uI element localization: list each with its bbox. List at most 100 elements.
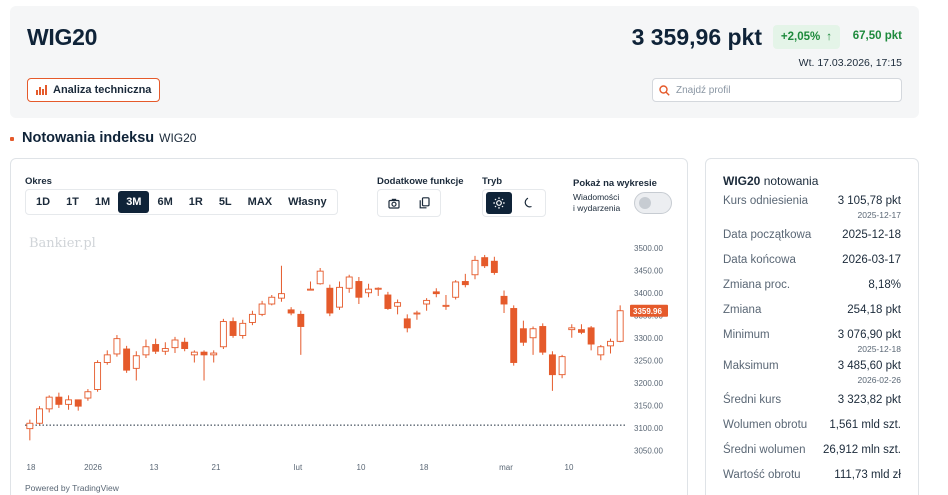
candle-body <box>113 338 121 355</box>
chart-panel: Okres 1D 1T 1M 3M 6M 1R 5L MAX Własny Dodatkowe … <box>10 158 688 495</box>
stats-row-value: 8,18% <box>868 279 901 291</box>
candle-body <box>326 287 334 314</box>
arrow-up-icon: ↑ <box>826 31 832 43</box>
stats-row-value-group: 26,912 mln szt. <box>823 444 901 456</box>
candle-body <box>123 348 131 371</box>
stats-row-value-group: 3 485,60 pkt 2026-02-26 <box>838 360 901 385</box>
y-tick-label: 3100.00 <box>634 424 663 433</box>
candle-body <box>26 422 34 430</box>
section-heading: Notowania indeksu WIG20 <box>10 130 196 146</box>
candle-body <box>442 304 450 307</box>
profile-search[interactable] <box>652 78 902 102</box>
bullet-icon <box>10 137 14 141</box>
candle-body <box>403 318 411 329</box>
stats-row-value-group: 3 323,82 pkt <box>838 394 901 406</box>
candle-body <box>529 328 537 339</box>
quote-header: WIG20 3 359,96 pkt +2,05% ↑ 67,50 pkt Wt.… <box>10 6 919 118</box>
candle-body <box>103 354 111 363</box>
stats-row-date: 2025-12-18 <box>857 344 901 354</box>
x-tick-label: 2026 <box>84 463 102 472</box>
candle-body <box>471 259 479 276</box>
stats-panel: WIG20 notowania Kurs odniesienia 3 105,78… <box>705 158 919 495</box>
stats-row-value: 254,18 pkt <box>847 304 901 316</box>
candlestick-chart[interactable]: 3500.003450.003400.003350.003300.003250.… <box>11 159 687 495</box>
candle-body <box>432 291 440 295</box>
bar-chart-icon <box>36 85 47 95</box>
candle-body <box>65 399 72 405</box>
candle-body <box>365 288 372 294</box>
stats-row: Minimum 3 076,90 pkt 2025-12-18 <box>723 329 901 354</box>
y-tick-label: 3250.00 <box>634 356 663 365</box>
stats-row-value: 1,561 mld szt. <box>829 419 901 431</box>
x-tick-label: 13 <box>150 463 159 472</box>
section-title: Notowania indeksu <box>22 130 155 146</box>
candle-body <box>190 351 198 356</box>
stats-row-value: 3 076,90 pkt <box>837 329 901 341</box>
candle-body <box>616 310 624 342</box>
stats-row-value: 111,73 mld zł <box>834 469 901 481</box>
powered-by[interactable]: Powered by TradingView <box>25 483 119 493</box>
x-tick-label: 10 <box>565 463 574 472</box>
candle-body <box>587 327 595 345</box>
stats-row: Data końcowa 2026-03-17 <box>723 254 901 266</box>
candle-body <box>384 294 392 309</box>
candle-body <box>519 328 527 343</box>
x-tick-label: lut <box>294 463 303 472</box>
candle-body <box>500 295 508 305</box>
candle-body <box>374 287 382 290</box>
candle-body <box>142 346 150 356</box>
stats-row-date: 2026-02-26 <box>857 375 901 385</box>
change-percent-badge: +2,05% ↑ <box>772 25 840 49</box>
candle-body <box>297 313 305 327</box>
candle-body <box>355 281 363 298</box>
candle-body <box>219 321 227 348</box>
stats-row-label: Wartość obrotu <box>723 469 801 481</box>
stats-row-value-group: 111,73 mld zł <box>834 469 901 481</box>
candle-body <box>36 408 43 424</box>
stats-row-value-group: 3 105,78 pkt 2025-12-17 <box>838 195 901 220</box>
candle-body <box>481 257 489 267</box>
stats-row-value: 26,912 mln szt. <box>823 444 901 456</box>
candle-body <box>55 396 63 405</box>
candle-body <box>597 346 605 356</box>
change-percent-value: +2,05% <box>780 31 821 43</box>
x-tick-label: 18 <box>27 463 36 472</box>
technical-analysis-label: Analiza techniczna <box>53 84 152 96</box>
stats-row: Kurs odniesienia 3 105,78 pkt 2025-12-17 <box>723 195 901 220</box>
stats-row-value-group: 254,18 pkt <box>847 304 901 316</box>
candle-body <box>161 348 169 352</box>
candle-body <box>539 326 547 353</box>
search-input[interactable] <box>676 84 876 96</box>
candle-body <box>210 352 218 356</box>
stats-title: WIG20 notowania <box>723 174 818 188</box>
stats-row-label: Wolumen obrotu <box>723 419 808 431</box>
stats-row-value: 3 105,78 pkt <box>837 195 901 207</box>
stats-row: Wartość obrotu 111,73 mld zł <box>723 469 901 481</box>
x-tick-label: 18 <box>420 463 429 472</box>
candle-body <box>239 322 247 336</box>
candle-body <box>278 293 285 299</box>
candle-body <box>152 344 160 352</box>
candle-body <box>345 276 353 289</box>
candle-body <box>307 288 314 291</box>
candle-body <box>452 281 460 298</box>
technical-analysis-button[interactable]: Analiza techniczna <box>27 78 161 102</box>
stats-title-symbol: WIG20 <box>723 174 761 188</box>
stats-row-value: 3 323,82 pkt <box>837 394 901 406</box>
candle-body <box>132 355 140 369</box>
stats-row: Zmiana 254,18 pkt <box>723 304 901 316</box>
stats-row-label: Data końcowa <box>723 254 796 266</box>
last-price-label: 3359.96 <box>633 307 662 316</box>
candle-body <box>568 327 576 331</box>
y-tick-label: 3450.00 <box>634 266 663 275</box>
candle-body <box>258 303 266 315</box>
candle-body <box>510 308 518 363</box>
candle-body <box>94 362 102 390</box>
stats-row-label: Średni kurs <box>723 394 782 406</box>
candle-body <box>287 309 295 314</box>
candle-body <box>45 396 53 410</box>
candle-body <box>316 270 324 285</box>
candle-body <box>171 339 179 349</box>
stats-row-label: Średni wolumen <box>723 444 806 456</box>
candle-body <box>200 351 208 356</box>
